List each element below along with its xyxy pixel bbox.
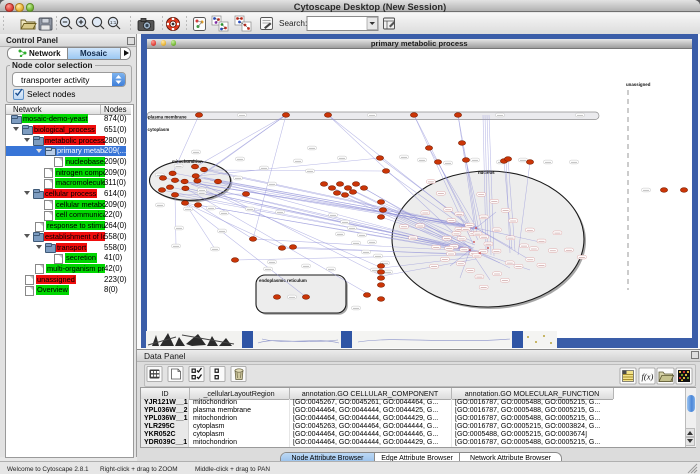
svg-text:unassigned: unassigned (626, 82, 651, 87)
svg-text:endoplasmic reticulum: endoplasmic reticulum (259, 278, 307, 283)
svg-text:Search:: Search: (279, 19, 307, 28)
svg-text:mitochondrion: mitochondrion (172, 159, 203, 164)
svg-text:f(x): f(x) (642, 372, 654, 382)
svg-text:cytoplasm: cytoplasm (148, 127, 170, 132)
svg-text:plasma membrane: plasma membrane (148, 114, 187, 119)
svg-text:1:1: 1:1 (110, 20, 117, 25)
svg-text:nucleus: nucleus (478, 170, 495, 175)
